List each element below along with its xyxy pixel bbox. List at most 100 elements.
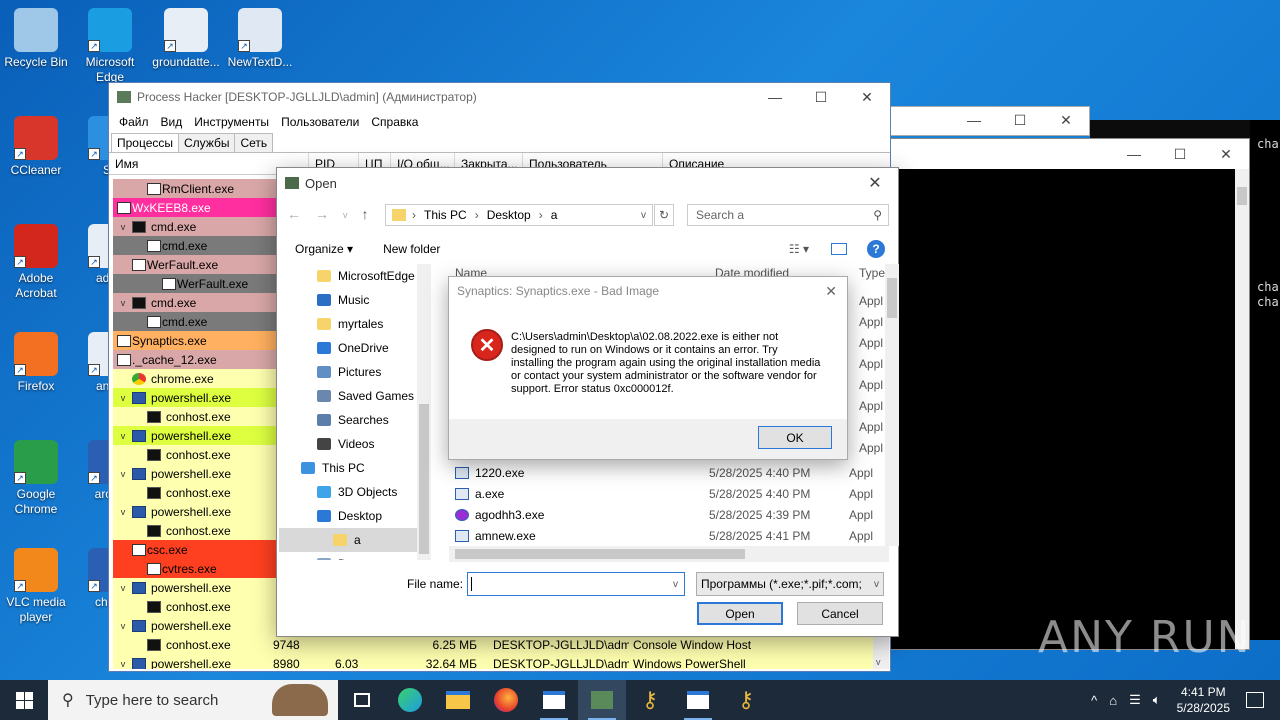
menu-view[interactable]: Вид [155, 115, 189, 129]
breadcrumb-desktop[interactable]: Desktop [487, 208, 531, 222]
minimize-icon[interactable]: — [752, 83, 798, 111]
volume-icon[interactable]: 🔈︎ [1153, 692, 1161, 708]
network-icon[interactable]: ⌂ [1109, 693, 1117, 708]
desktop-icon[interactable]: ↗ VLC media player [0, 548, 72, 625]
help-icon[interactable]: ? [867, 240, 885, 258]
edge-taskbar-icon[interactable] [386, 680, 434, 720]
key-taskbar-icon[interactable]: ⚷ [626, 680, 674, 720]
nav-item[interactable]: 3D Objects [279, 480, 431, 504]
close-icon[interactable]: ✕ [852, 168, 898, 198]
process-row[interactable]: conhost.exe 9748 6.25 МБ DESKTOP-JGLLJLD\ad… [113, 635, 873, 654]
close-icon[interactable]: ✕ [844, 83, 890, 111]
open-button[interactable]: Open [697, 602, 783, 625]
chevron-down-icon[interactable]: v [343, 206, 348, 222]
search-input[interactable]: Search a [696, 208, 744, 222]
chevron-down-icon[interactable]: v [117, 659, 129, 669]
ok-button[interactable]: OK [758, 426, 832, 449]
menu-help[interactable]: Справка [365, 115, 424, 129]
nav-item[interactable]: OneDrive [279, 336, 431, 360]
nav-item[interactable]: Videos [279, 432, 431, 456]
chevron-down-icon[interactable]: v [117, 621, 129, 631]
nav-item[interactable]: Documents [279, 552, 431, 560]
nav-item[interactable]: Saved Games [279, 384, 431, 408]
nav-item[interactable]: MicrosoftEdge [279, 264, 431, 288]
chevron-down-icon[interactable]: v [876, 657, 881, 667]
chevron-down-icon[interactable]: v [673, 579, 678, 590]
tab-processes[interactable]: Процессы [111, 133, 180, 152]
desktop-icon[interactable]: ↗ NewTextD... [224, 8, 296, 70]
error-dialog[interactable]: Synaptics: Synaptics.exe - Bad Image ✕ ✕… [448, 276, 848, 460]
nav-item[interactable]: Music [279, 288, 431, 312]
minimize-icon[interactable]: — [1111, 139, 1157, 169]
chevron-down-icon[interactable]: v [117, 431, 129, 441]
breadcrumb-this-pc[interactable]: This PC [424, 208, 467, 222]
chevron-down-icon[interactable]: v [117, 583, 129, 593]
menu-tools[interactable]: Инструменты [188, 115, 275, 129]
desktop-icon[interactable]: ↗ Google Chrome [0, 440, 72, 517]
maximize-icon[interactable]: ☐ [1157, 139, 1203, 169]
back-icon[interactable]: ← [287, 206, 301, 222]
forward-icon[interactable]: → [315, 206, 329, 222]
error-titlebar[interactable]: Synaptics: Synaptics.exe - Bad Image ✕ [449, 277, 847, 305]
file-type-filter[interactable]: Программы (*.exe;*.pif;*.com; v [696, 572, 884, 596]
close-icon[interactable]: ✕ [1203, 139, 1249, 169]
background-window[interactable]: — ☐ ✕ [880, 106, 1090, 136]
menu-users[interactable]: Пользователи [275, 115, 365, 129]
filename-input[interactable] [471, 577, 476, 591]
nav-item[interactable]: Searches [279, 408, 431, 432]
filename-field[interactable]: v [467, 572, 685, 596]
maximize-icon[interactable]: ☐ [997, 107, 1043, 133]
file-hscrollbar[interactable] [449, 546, 889, 562]
desktop-icon[interactable]: ↗ Adobe Acrobat [0, 224, 72, 301]
file-row[interactable]: a.exe 5/28/2025 4:40 PM Appl [449, 483, 889, 504]
nav-item[interactable]: Pictures [279, 360, 431, 384]
taskbar-search[interactable]: ⚲ Type here to search [48, 680, 338, 720]
file-row[interactable]: amnew.exe 5/28/2025 4:41 PM Appl [449, 525, 889, 546]
wifi-icon[interactable]: ☰ [1129, 692, 1141, 708]
start-button[interactable] [0, 680, 48, 720]
nav-item[interactable]: myrtales [279, 312, 431, 336]
nav-scrollbar[interactable] [417, 264, 431, 560]
explorer-taskbar-icon[interactable] [434, 680, 482, 720]
chevron-down-icon[interactable]: v [117, 298, 129, 308]
console-window[interactable]: — ☐ ✕ [880, 138, 1250, 650]
taskbar-search-input[interactable]: Type here to search [86, 692, 219, 709]
preview-pane-icon[interactable] [831, 243, 847, 255]
nav-item[interactable]: Desktop [279, 504, 431, 528]
up-icon[interactable]: ↑ [362, 206, 369, 222]
process-hacker-taskbar-icon[interactable] [578, 680, 626, 720]
nav-item[interactable]: This PC [279, 456, 431, 480]
new-folder-button[interactable]: New folder [383, 242, 440, 256]
nav-item[interactable]: a [279, 528, 431, 552]
tab-network[interactable]: Сеть [234, 133, 274, 152]
close-icon[interactable]: ✕ [1043, 107, 1089, 133]
menu-file[interactable]: Файл [113, 115, 155, 129]
app-taskbar-icon[interactable] [530, 680, 578, 720]
desktop-icon[interactable]: ↗ Firefox [0, 332, 72, 394]
notification-icon[interactable] [1246, 692, 1264, 708]
firefox-taskbar-icon[interactable] [482, 680, 530, 720]
organize-button[interactable]: Organize ▾ [295, 242, 353, 256]
breadcrumb-a[interactable]: a [551, 208, 558, 222]
window-taskbar-icon[interactable] [674, 680, 722, 720]
open-titlebar[interactable]: Open ✕ [277, 168, 898, 198]
chevron-down-icon[interactable]: v [117, 469, 129, 479]
task-view-icon[interactable] [338, 680, 386, 720]
chevron-down-icon[interactable]: v [117, 507, 129, 517]
key-taskbar-icon-2[interactable]: ⚷ [722, 680, 770, 720]
file-vscrollbar[interactable] [885, 264, 899, 546]
desktop-icon[interactable]: ↗ groundatte... [150, 8, 222, 70]
desktop-icon[interactable]: ↗ Microsoft Edge [74, 8, 146, 85]
clock[interactable]: 4:41 PM 5/28/2025 [1177, 684, 1230, 716]
ph-titlebar[interactable]: Process Hacker [DESKTOP-JGLLJLD\admin] (… [109, 83, 890, 111]
process-row[interactable]: v powershell.exe 8980 6.03 32.64 МБ DESKTOP-J… [113, 654, 873, 669]
file-row[interactable]: agodhh3.exe 5/28/2025 4:39 PM Appl [449, 504, 889, 525]
console-scrollbar[interactable] [1235, 169, 1249, 649]
chevron-down-icon[interactable]: v [117, 393, 129, 403]
desktop-icon[interactable]: ↗ CCleaner [0, 116, 72, 178]
tab-services[interactable]: Службы [178, 133, 236, 152]
chevron-down-icon[interactable]: v [641, 210, 646, 221]
minimize-icon[interactable]: — [951, 107, 997, 133]
maximize-icon[interactable]: ☐ [798, 83, 844, 111]
chevron-up-icon[interactable]: ^ [1091, 693, 1097, 708]
